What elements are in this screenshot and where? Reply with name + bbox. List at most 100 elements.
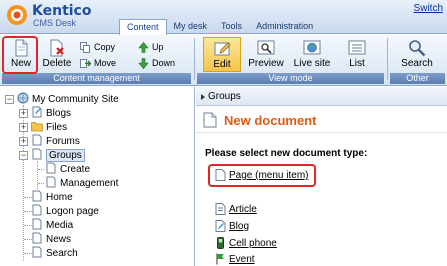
tree-expand-toggle[interactable]: + xyxy=(19,123,28,132)
copy-button[interactable]: Copy xyxy=(80,40,115,54)
delete-button[interactable]: Delete xyxy=(40,37,74,72)
toolbar-divider xyxy=(194,38,195,80)
page-icon xyxy=(32,134,42,146)
up-button[interactable]: Up xyxy=(138,40,164,54)
logo-title: Kentico xyxy=(32,3,92,19)
tree-label-search: Search xyxy=(46,248,78,259)
content-management-caption: Content management xyxy=(2,73,191,84)
kentico-logo: Kentico CMS Desk xyxy=(6,3,102,31)
other-group: Search Other xyxy=(390,36,445,84)
edit-button[interactable]: Edit xyxy=(203,37,241,72)
blog-icon xyxy=(215,220,226,232)
breadcrumb-current: Groups xyxy=(208,91,241,102)
page-title: New document xyxy=(224,113,317,128)
tree-node-forums[interactable]: Forums xyxy=(31,134,80,148)
tree-expand-toggle[interactable]: + xyxy=(19,109,28,118)
down-button[interactable]: Down xyxy=(138,56,175,70)
tree-label-news: News xyxy=(46,234,72,245)
live-site-button[interactable]: Live site xyxy=(289,37,335,72)
tree-node-root[interactable]: My Community Site xyxy=(17,92,119,106)
tree-node-logon-page[interactable]: Logon page xyxy=(31,204,99,218)
tree-node-groups[interactable]: Groups xyxy=(31,148,85,162)
tree-collapse-toggle[interactable]: − xyxy=(19,151,28,160)
tree-connector xyxy=(38,183,44,184)
breadcrumb: Groups xyxy=(196,87,447,106)
ribbon-toolbar: New Delete Copy Move Up Down Content man… xyxy=(0,35,447,86)
site-globe-icon xyxy=(17,92,29,104)
tree-label-logon-page: Logon page xyxy=(46,206,99,217)
tree-label-home: Home xyxy=(46,192,73,203)
tree-label-groups: Groups xyxy=(46,149,85,162)
page-icon xyxy=(46,176,56,188)
tree-label-media: Media xyxy=(46,220,74,231)
tab-administration[interactable]: Administration xyxy=(249,19,320,34)
page-icon xyxy=(32,204,42,216)
tree-node-files[interactable]: Files xyxy=(31,120,67,134)
other-caption: Other xyxy=(390,73,445,84)
doc-type-event[interactable]: Event xyxy=(215,253,255,266)
tree-connector xyxy=(37,161,38,189)
edit-pencil-icon xyxy=(214,42,231,56)
move-button[interactable]: Move xyxy=(80,56,116,70)
tree-node-news[interactable]: News xyxy=(31,232,71,246)
live-site-globe-icon xyxy=(303,40,321,55)
tree-label-root: My Community Site xyxy=(32,94,119,105)
tree-node-create[interactable]: Create xyxy=(45,162,90,176)
delete-document-icon xyxy=(50,39,64,57)
tab-tools[interactable]: Tools xyxy=(214,19,249,34)
article-icon xyxy=(215,203,226,215)
cell-phone-icon xyxy=(217,237,224,249)
copy-icon xyxy=(80,42,90,53)
tree-node-media[interactable]: Media xyxy=(31,218,73,232)
tree-expand-toggle[interactable]: + xyxy=(19,137,28,146)
list-button[interactable]: List xyxy=(340,37,374,72)
tab-content[interactable]: Content xyxy=(119,19,167,35)
doc-type-cell-phone[interactable]: Cell phone xyxy=(215,237,277,250)
new-document-title-icon xyxy=(203,112,217,128)
search-label: Search xyxy=(401,58,433,69)
page-icon xyxy=(32,246,42,258)
page-title-bar: New document xyxy=(196,107,447,133)
tree-collapse-toggle[interactable]: − xyxy=(5,95,14,104)
toolbar-divider xyxy=(387,38,388,80)
preview-icon xyxy=(257,40,275,55)
tree-label-files: Files xyxy=(46,122,68,133)
app-header: Kentico CMS Desk Switch Content My desk … xyxy=(0,0,447,35)
tree-node-home[interactable]: Home xyxy=(31,190,73,204)
page-icon xyxy=(32,232,42,244)
page-icon xyxy=(32,218,42,230)
arrow-up-icon xyxy=(138,42,149,53)
arrow-down-icon xyxy=(138,58,149,69)
logo-subtitle: CMS Desk xyxy=(33,18,77,28)
doc-type-prompt: Please select new document type: xyxy=(205,148,368,159)
delete-label: Delete xyxy=(42,58,72,69)
down-label: Down xyxy=(152,58,176,68)
tree-label-create: Create xyxy=(60,164,91,175)
tab-my-desk[interactable]: My desk xyxy=(167,19,215,34)
list-icon xyxy=(348,40,366,55)
tree-node-search[interactable]: Search xyxy=(31,246,78,260)
page-icon xyxy=(46,162,56,174)
move-icon xyxy=(80,59,91,68)
move-label: Move xyxy=(94,58,117,68)
list-label: List xyxy=(349,58,365,69)
tree-node-blogs[interactable]: Blogs xyxy=(31,106,71,120)
tree-label-forums: Forums xyxy=(46,136,80,147)
doc-type-blog[interactable]: Blog xyxy=(215,220,249,233)
tree-node-management[interactable]: Management xyxy=(45,176,118,190)
highlight-new-button xyxy=(2,36,38,74)
up-label: Up xyxy=(152,42,164,52)
search-button[interactable]: Search xyxy=(396,37,438,72)
page-icon xyxy=(32,190,42,202)
doc-type-article[interactable]: Article xyxy=(215,203,257,216)
switch-link[interactable]: Switch xyxy=(414,3,443,14)
page-icon xyxy=(32,148,42,160)
folder-icon xyxy=(31,122,43,132)
tree-label-management: Management xyxy=(60,178,119,189)
preview-button[interactable]: Preview xyxy=(246,37,286,72)
event-flag-icon xyxy=(216,253,224,265)
view-mode-caption: View mode xyxy=(197,73,384,84)
preview-label: Preview xyxy=(248,58,284,69)
kentico-logo-icon xyxy=(7,5,27,25)
view-mode-group: Edit Preview Live site List View mode xyxy=(197,36,384,84)
